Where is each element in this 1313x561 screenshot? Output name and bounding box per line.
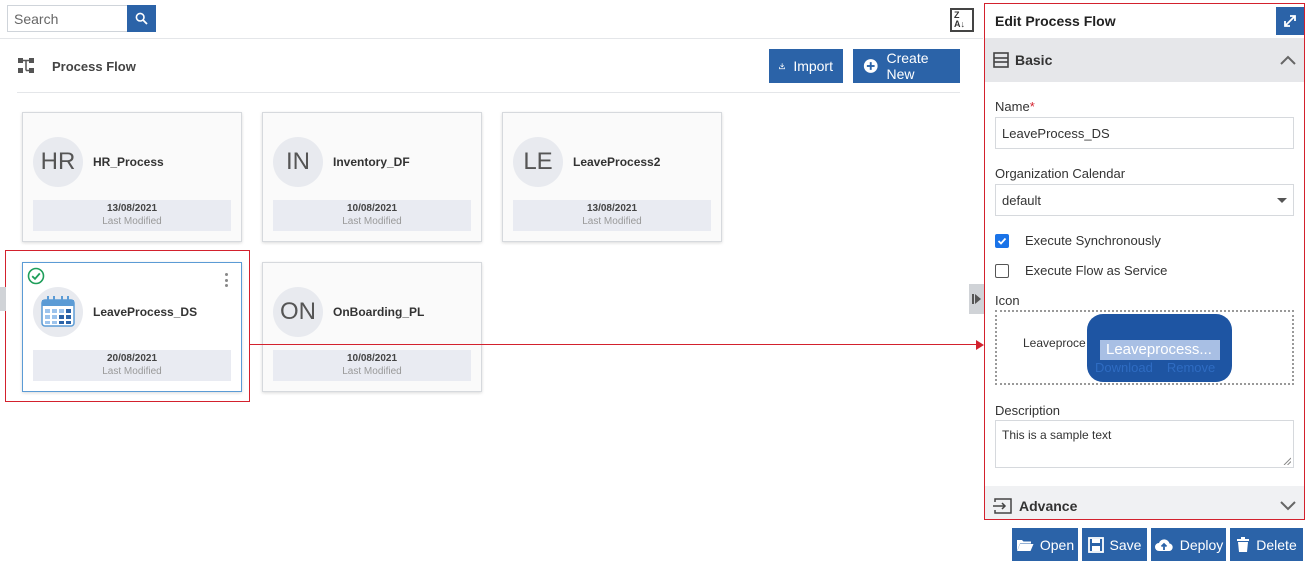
open-button[interactable]: Open — [1012, 528, 1078, 561]
calendar-field-label: Organization Calendar — [995, 166, 1126, 181]
checkmark-icon — [997, 237, 1007, 245]
sort-za-icon[interactable]: Z A↓ — [950, 8, 974, 32]
card-footer: 10/08/2021 Last Modified — [273, 200, 471, 231]
delete-label: Delete — [1256, 536, 1297, 553]
card-modified-label: Last Modified — [102, 216, 162, 227]
exec-sync-label: Execute Synchronously — [1025, 233, 1161, 248]
description-value: This is a sample text — [1002, 428, 1112, 442]
card-footer: 13/08/2021 Last Modified — [513, 200, 711, 231]
form-icon — [993, 52, 1009, 68]
calendar-select[interactable]: default — [995, 184, 1294, 216]
process-card-leaveprocess2[interactable]: LE LeaveProcess2 13/08/2021 Last Modifie… — [502, 112, 722, 242]
save-button[interactable]: Save — [1082, 528, 1147, 561]
card-date: 13/08/2021 — [106, 203, 158, 214]
file-popup: Leaveprocess... Download Remove — [1087, 314, 1232, 382]
avatar: ON — [273, 287, 323, 337]
card-date: 10/08/2021 — [346, 203, 398, 214]
chevron-right-icon — [972, 294, 981, 304]
import-button[interactable]: Import — [769, 49, 843, 83]
card-footer: 13/08/2021 Last Modified — [33, 200, 231, 231]
exec-sync-row: Execute Synchronously — [995, 233, 1161, 248]
create-new-label: Create New — [886, 50, 929, 82]
connector-arrowhead — [976, 340, 984, 350]
search-icon — [135, 12, 148, 25]
name-field-label: Name* — [995, 99, 1035, 114]
card-modified-label: Last Modified — [342, 216, 402, 227]
exec-service-label: Execute Flow as Service — [1025, 263, 1168, 278]
search-input[interactable] — [7, 5, 127, 32]
card-name: OnBoarding_PL — [333, 305, 425, 319]
card-date: 13/08/2021 — [586, 203, 638, 214]
advance-label: Advance — [1019, 498, 1078, 514]
resize-handle-icon[interactable] — [1283, 457, 1291, 465]
icon-dropzone[interactable]: Leaveproce Leaveprocess... Download Remo… — [995, 310, 1294, 385]
basic-label: Basic — [1015, 52, 1053, 68]
calendar-value: default — [1002, 192, 1042, 208]
deploy-button[interactable]: Deploy — [1151, 528, 1226, 561]
process-card-hr-process[interactable]: HR HR_Process 13/08/2021 Last Modified — [22, 112, 242, 242]
card-date: 10/08/2021 — [346, 353, 398, 364]
create-new-button[interactable]: Create New — [853, 49, 960, 83]
required-asterisk: * — [1029, 99, 1035, 114]
panel-title: Edit Process Flow — [995, 13, 1116, 29]
trash-icon — [1237, 536, 1250, 552]
advance-section-header[interactable]: Advance — [985, 486, 1304, 519]
advance-section-label: Advance — [993, 498, 1077, 514]
name-label: Name — [995, 99, 1030, 114]
download-link[interactable]: Download — [1095, 360, 1153, 375]
folder-open-icon — [1016, 539, 1034, 551]
left-panel-toggle[interactable] — [0, 287, 6, 311]
connector-line — [250, 344, 978, 345]
divider — [0, 38, 983, 39]
remove-link[interactable]: Remove — [1167, 360, 1215, 375]
exec-sync-checkbox[interactable] — [995, 233, 1009, 248]
card-name: LeaveProcess2 — [573, 155, 661, 169]
process-card-inventory-df[interactable]: IN Inventory_DF 10/08/2021 Last Modified — [262, 112, 482, 242]
search-button[interactable] — [127, 5, 156, 32]
avatar: IN — [273, 137, 323, 187]
edit-process-flow-panel: Edit Process Flow Basic Name* LeaveProce… — [984, 3, 1305, 520]
search-bar — [7, 5, 156, 32]
card-name: Inventory_DF — [333, 155, 410, 169]
avatar: HR — [33, 137, 83, 187]
avatar: LE — [513, 137, 563, 187]
exec-service-checkbox[interactable] — [995, 263, 1009, 278]
process-flow-icon — [18, 58, 34, 73]
icon-field-label: Icon — [995, 293, 1020, 308]
chevron-down-icon[interactable] — [1280, 501, 1296, 511]
description-textarea[interactable]: This is a sample text — [995, 420, 1294, 468]
panel-header: Edit Process Flow — [985, 4, 1304, 38]
file-popup-links: Download Remove — [1095, 360, 1215, 375]
card-modified-label: Last Modified — [582, 216, 642, 227]
file-popup-name: Leaveprocess... — [1100, 340, 1220, 360]
save-label: Save — [1109, 536, 1142, 553]
process-card-onboarding-pl[interactable]: ON OnBoarding_PL 10/08/2021 Last Modifie… — [262, 262, 482, 392]
expand-icon — [1284, 15, 1296, 27]
open-label: Open — [1039, 536, 1075, 553]
deploy-label: Deploy — [1179, 536, 1224, 553]
cloud-upload-icon — [1154, 538, 1173, 551]
chevron-up-icon[interactable] — [1280, 55, 1296, 65]
chevron-down-icon — [1277, 197, 1287, 203]
panel-collapse-toggle[interactable] — [969, 284, 984, 314]
description-field-label: Description — [995, 403, 1061, 418]
card-name: HR_Process — [93, 155, 164, 169]
delete-button[interactable]: Delete — [1230, 528, 1303, 561]
card-modified-label: Last Modified — [342, 366, 402, 377]
exec-service-row: Execute Flow as Service — [995, 263, 1167, 278]
advance-icon — [993, 498, 1012, 514]
divider — [17, 92, 960, 93]
page-title: Process Flow — [52, 59, 136, 74]
save-icon — [1087, 536, 1104, 553]
import-label: Import — [793, 58, 833, 74]
basic-section-header[interactable]: Basic — [985, 38, 1304, 82]
selection-highlight — [5, 250, 250, 402]
expand-button[interactable] — [1276, 7, 1304, 35]
download-icon — [779, 63, 786, 70]
icon-filename: Leaveproce — [1023, 336, 1086, 350]
name-input[interactable]: LeaveProcess_DS — [995, 117, 1294, 149]
basic-section-label: Basic — [993, 52, 1052, 68]
card-footer: 10/08/2021 Last Modified — [273, 350, 471, 381]
plus-circle-icon — [863, 59, 878, 73]
